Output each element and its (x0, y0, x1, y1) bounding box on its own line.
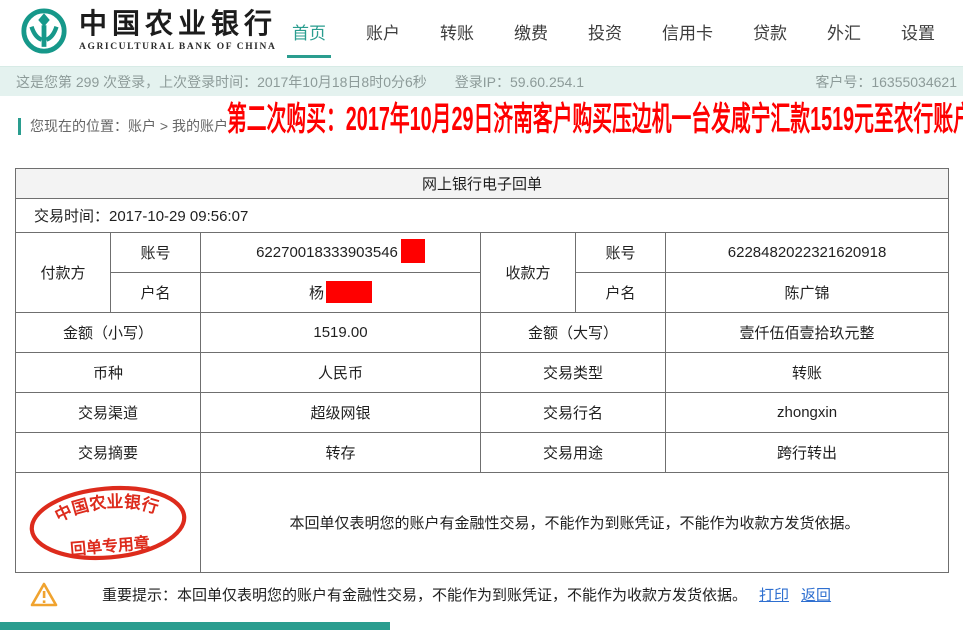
bank-name-value: zhongxin (666, 393, 949, 433)
payee-account-value: 6228482022321620918 (666, 233, 949, 273)
payee-role-label: 收款方 (481, 233, 576, 313)
nav-item-accounts[interactable]: 账户 (366, 0, 400, 62)
redaction-box (326, 281, 372, 303)
print-link[interactable]: 打印 (759, 584, 789, 605)
login-count-text: 这是您第 299 次登录，上次登录时间：2017年10月18日8时0分6秒 (16, 72, 427, 92)
payee-account-label: 账号 (576, 233, 666, 273)
receipt-disclaimer: 本回单仅表明您的账户有金融性交易，不能作为到账凭证，不能作为收款方发货依据。 (201, 473, 949, 573)
header: 中国农业银行 AGRICULTURAL BANK OF CHINA 首页 账户 … (0, 0, 963, 62)
amount-caps-label: 金额（大写） (481, 313, 666, 353)
transaction-time: 交易时间：2017-10-29 09:56:07 (16, 199, 949, 233)
currency-value: 人民币 (201, 353, 481, 393)
payer-account-number: 62270018333903546 (256, 243, 398, 260)
nav-item-payments[interactable]: 缴费 (514, 0, 548, 62)
breadcrumb: 您现在的位置：账户 > 我的账户 (18, 110, 228, 142)
breadcrumb-accent-bar (18, 118, 21, 135)
payer-account-label: 账号 (111, 233, 201, 273)
purchase-annotation: 第二次购买：2017年10月29日济南客户购买压边机一台发咸宁汇款1519元至农… (227, 99, 963, 139)
payee-name-label: 户名 (576, 273, 666, 313)
receipt-stamp-cell: 中国农业银行 回单专用章 (16, 473, 201, 573)
warning-icon (30, 582, 58, 607)
transaction-type-label: 交易类型 (481, 353, 666, 393)
abc-logo-icon (20, 7, 68, 55)
nav-item-transfer[interactable]: 转账 (440, 0, 474, 62)
nav-item-loans[interactable]: 贷款 (753, 0, 787, 62)
currency-label: 币种 (16, 353, 201, 393)
amount-small-label: 金额（小写） (16, 313, 201, 353)
payer-account-value: 62270018333903546 (201, 233, 481, 273)
purpose-label: 交易用途 (481, 433, 666, 473)
amount-caps-value: 壹仟伍佰壹拾玖元整 (666, 313, 949, 353)
nav-item-credit-card[interactable]: 信用卡 (662, 0, 713, 62)
back-link[interactable]: 返回 (801, 584, 831, 605)
online-banking-page: 中国农业银行 AGRICULTURAL BANK OF CHINA 首页 账户 … (0, 0, 963, 630)
breadcrumb-text: 您现在的位置：账户 > 我的账户 (30, 116, 228, 136)
bank-stamp-icon: 中国农业银行 回单专用章 (20, 471, 195, 573)
receipt-table: 网上银行电子回单 交易时间：2017-10-29 09:56:07 付款方 账号… (15, 168, 949, 573)
nav-item-investment[interactable]: 投资 (588, 0, 622, 62)
main-nav: 首页 账户 转账 缴费 投资 信用卡 贷款 外汇 设置 (292, 0, 935, 62)
bank-logo: 中国农业银行 AGRICULTURAL BANK OF CHINA (20, 7, 277, 55)
brand-name-cn: 中国农业银行 (79, 10, 277, 40)
transaction-type-value: 转账 (666, 353, 949, 393)
redaction-box (401, 239, 425, 263)
summary-value: 转存 (201, 433, 481, 473)
payer-role-label: 付款方 (16, 233, 111, 313)
nav-item-settings[interactable]: 设置 (901, 0, 935, 62)
purpose-value: 跨行转出 (666, 433, 949, 473)
nav-item-forex[interactable]: 外汇 (827, 0, 861, 62)
brand-name-en: AGRICULTURAL BANK OF CHINA (79, 42, 277, 52)
payer-name-label: 户名 (111, 273, 201, 313)
login-status-bar: 这是您第 299 次登录，上次登录时间：2017年10月18日8时0分6秒 登录… (0, 66, 963, 96)
receipt-title: 网上银行电子回单 (16, 169, 949, 199)
payee-name-value: 陈广锦 (666, 273, 949, 313)
channel-label: 交易渠道 (16, 393, 201, 433)
nav-item-home[interactable]: 首页 (292, 0, 326, 62)
amount-small-value: 1519.00 (201, 313, 481, 353)
brand-text: 中国农业银行 AGRICULTURAL BANK OF CHINA (79, 10, 277, 52)
login-ip-text: 登录IP：59.60.254.1 (455, 72, 584, 92)
bank-name-label: 交易行名 (481, 393, 666, 433)
channel-value: 超级网银 (201, 393, 481, 433)
payer-name-text: 杨 (309, 285, 324, 302)
customer-number-text: 客户号：16355034621 (815, 72, 957, 92)
footer-notice-bar: 重要提示：本回单仅表明您的账户有金融性交易，不能作为到账凭证，不能作为收款方发货… (30, 582, 831, 607)
important-notice-text: 重要提示：本回单仅表明您的账户有金融性交易，不能作为到账凭证，不能作为收款方发货… (102, 584, 747, 605)
bottom-accent-bar (0, 622, 390, 630)
payer-name-value: 杨 (201, 273, 481, 313)
summary-label: 交易摘要 (16, 433, 201, 473)
